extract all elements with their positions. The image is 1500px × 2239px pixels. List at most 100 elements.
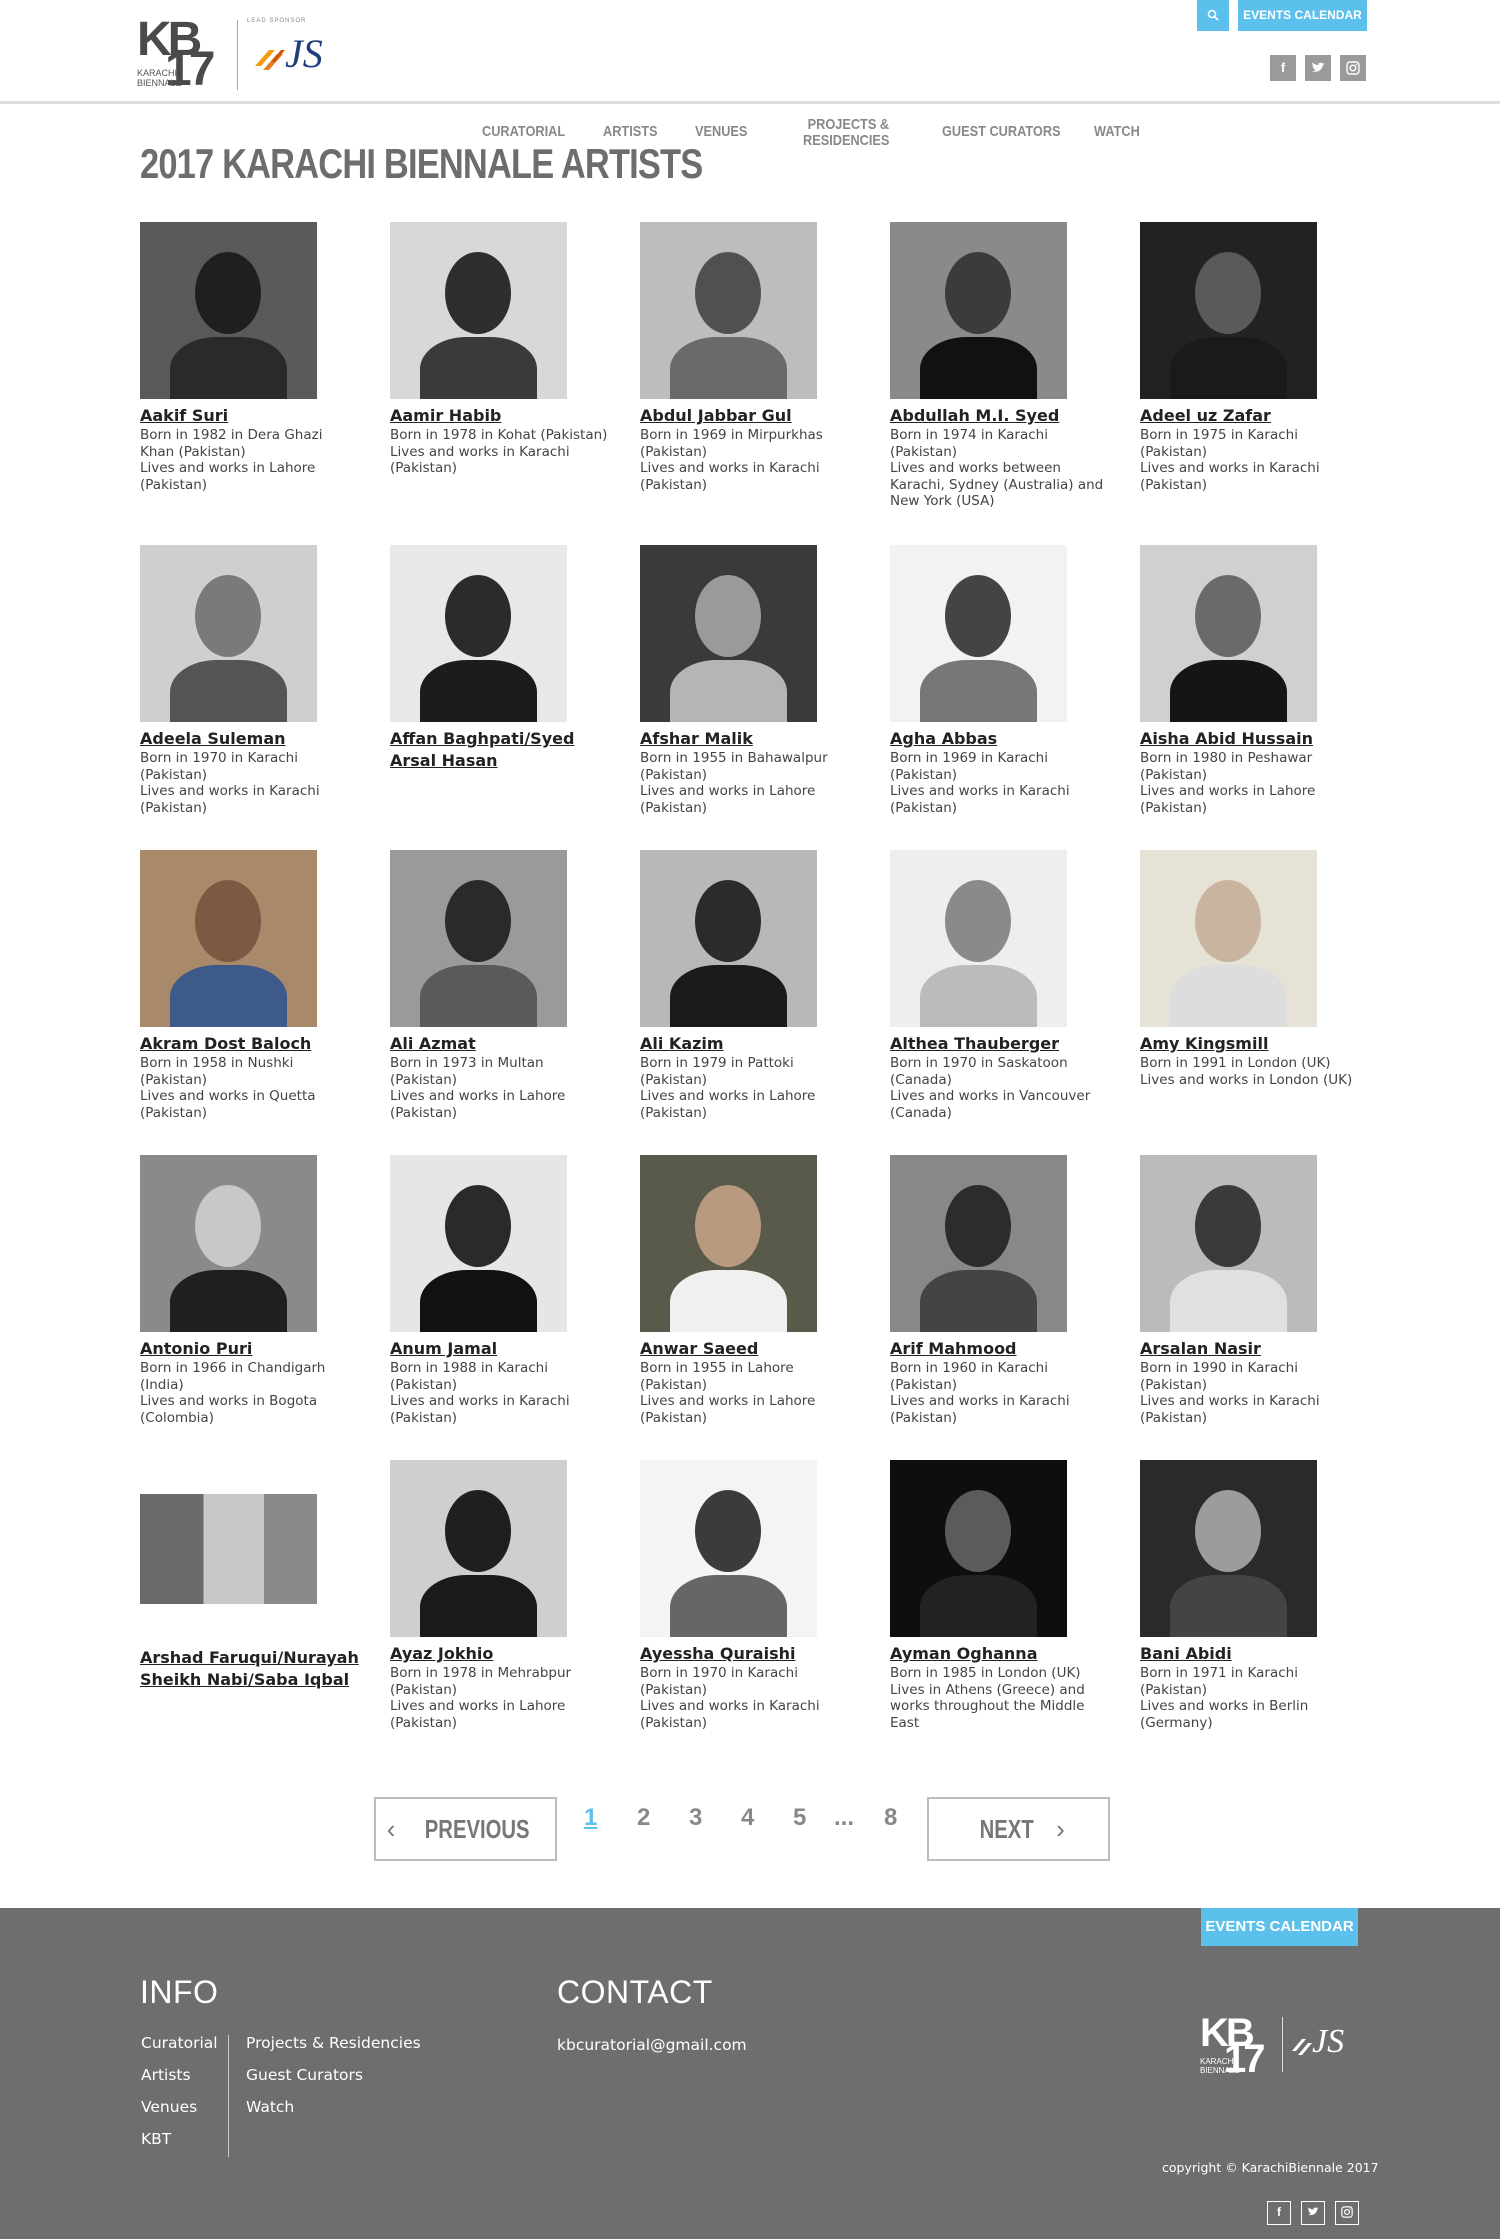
artist-portrait[interactable] bbox=[140, 545, 317, 722]
kb17-logo[interactable]: KB 17 KARACHI BIENNALE LEAD SPONSOR JS bbox=[137, 13, 337, 96]
nav-curatorial[interactable]: CURATORIAL bbox=[482, 124, 565, 140]
nav-venues[interactable]: VENUES bbox=[695, 124, 747, 140]
portrait-face bbox=[445, 575, 511, 657]
artist-name-link[interactable]: Anum Jamal bbox=[390, 1338, 620, 1360]
artist-name-link[interactable]: Arif Mahmood bbox=[890, 1338, 1120, 1360]
artist-name-link[interactable]: Antonio Puri bbox=[140, 1338, 370, 1360]
footer-twitter-link[interactable] bbox=[1301, 2201, 1325, 2225]
artist-portrait[interactable] bbox=[390, 545, 567, 722]
artist-name-link[interactable]: Amy Kingsmill bbox=[1140, 1033, 1370, 1055]
artist-name-link[interactable]: Adeel uz Zafar bbox=[1140, 405, 1370, 427]
portrait-figure bbox=[1170, 965, 1287, 1027]
footer-link-artists[interactable]: Artists bbox=[141, 2066, 191, 2084]
artist-portrait[interactable] bbox=[1140, 545, 1317, 722]
artist-portrait[interactable] bbox=[1140, 222, 1317, 399]
artist-name-link[interactable]: Bani Abidi bbox=[1140, 1643, 1370, 1665]
footer-kb17-logo[interactable]: KB 17 KARACHI BIENNALE JS bbox=[1200, 2011, 1360, 2085]
artist-portrait[interactable] bbox=[890, 222, 1067, 399]
footer-contact-email[interactable]: kbcuratorial@gmail.com bbox=[557, 2036, 747, 2054]
footer-link-kbt[interactable]: KBT bbox=[141, 2130, 171, 2148]
footer-link-guest-curators[interactable]: Guest Curators bbox=[246, 2066, 363, 2084]
next-page-button[interactable]: NEXT › bbox=[927, 1797, 1110, 1861]
artist-portrait[interactable] bbox=[390, 1460, 567, 1637]
artist-portrait[interactable] bbox=[640, 850, 817, 1027]
portrait-face bbox=[945, 575, 1011, 657]
footer-facebook-link[interactable]: f bbox=[1267, 2201, 1291, 2225]
footer-instagram-link[interactable] bbox=[1335, 2201, 1359, 2225]
page-link-8[interactable]: 8 bbox=[884, 1804, 897, 1832]
artist-name-link[interactable]: Althea Thauberger bbox=[890, 1033, 1120, 1055]
facebook-icon: f bbox=[1280, 60, 1286, 75]
artist-name-link[interactable]: Ayman Oghanna bbox=[890, 1643, 1120, 1665]
search-icon bbox=[1207, 9, 1219, 21]
artist-card: Amy Kingsmill Born in 1991 in London (UK)… bbox=[1140, 850, 1370, 1088]
artist-portrait[interactable] bbox=[890, 850, 1067, 1027]
artist-portrait[interactable] bbox=[890, 1460, 1067, 1637]
page-link-5[interactable]: 5 bbox=[793, 1804, 806, 1832]
page-link-2[interactable]: 2 bbox=[637, 1804, 650, 1832]
logo-biennale: BIENNALE bbox=[137, 78, 182, 88]
artist-portrait[interactable] bbox=[890, 1155, 1067, 1332]
artist-card: Ali Azmat Born in 1973 in Multan (Pakista… bbox=[390, 850, 620, 1121]
artist-name-link[interactable]: Agha Abbas bbox=[890, 728, 1120, 750]
nav-guest-curators[interactable]: GUEST CURATORS bbox=[942, 124, 1061, 140]
footer-events-calendar-button[interactable]: EVENTS CALENDAR bbox=[1201, 1908, 1358, 1946]
artist-name-link[interactable]: Aamir Habib bbox=[390, 405, 620, 427]
artist-name-link[interactable]: Ayessha Quraishi bbox=[640, 1643, 870, 1665]
artist-name-link[interactable]: Arshad Faruqui/Nurayah Sheikh Nabi/Saba … bbox=[140, 1647, 370, 1691]
footer-divider bbox=[228, 2035, 229, 2157]
nav-artists[interactable]: ARTISTS bbox=[603, 124, 658, 140]
artist-portrait[interactable] bbox=[390, 1155, 567, 1332]
instagram-link[interactable] bbox=[1340, 55, 1366, 81]
artist-name-link[interactable]: Afshar Malik bbox=[640, 728, 870, 750]
footer-js-text: JS bbox=[1312, 2023, 1345, 2060]
portrait-face bbox=[945, 880, 1011, 962]
artist-portrait[interactable] bbox=[640, 222, 817, 399]
artist-portrait[interactable] bbox=[140, 1460, 317, 1637]
page-link-3[interactable]: 3 bbox=[689, 1804, 702, 1832]
artist-card: Abdullah M.I. Syed Born in 1974 in Karach… bbox=[890, 222, 1120, 510]
artist-portrait[interactable] bbox=[640, 1155, 817, 1332]
artist-bio: Born in 1970 in Karachi (Pakistan) Lives… bbox=[640, 1665, 820, 1731]
artist-name-link[interactable]: Affan Baghpati/Syed Arsal Hasan bbox=[390, 728, 620, 772]
artist-portrait[interactable] bbox=[140, 850, 317, 1027]
nav-projects-residencies[interactable]: PROJECTS & RESIDENCIES bbox=[803, 117, 889, 149]
facebook-link[interactable]: f bbox=[1270, 55, 1296, 81]
artist-portrait[interactable] bbox=[890, 545, 1067, 722]
footer-link-curatorial[interactable]: Curatorial bbox=[141, 2034, 218, 2052]
footer-link-projects[interactable]: Projects & Residencies bbox=[246, 2034, 421, 2052]
search-button[interactable] bbox=[1197, 0, 1229, 31]
previous-page-button[interactable]: ‹ PREVIOUS bbox=[374, 1797, 557, 1861]
artist-name-link[interactable]: Anwar Saeed bbox=[640, 1338, 870, 1360]
artist-portrait[interactable] bbox=[1140, 1155, 1317, 1332]
artist-portrait[interactable] bbox=[140, 222, 317, 399]
artist-name-link[interactable]: Ayaz Jokhio bbox=[390, 1643, 620, 1665]
artist-portrait[interactable] bbox=[390, 222, 567, 399]
artist-name-link[interactable]: Aakif Suri bbox=[140, 405, 370, 427]
artist-portrait[interactable] bbox=[640, 1460, 817, 1637]
events-calendar-button[interactable]: EVENTS CALENDAR bbox=[1238, 0, 1367, 31]
nav-watch[interactable]: WATCH bbox=[1094, 124, 1140, 140]
artist-portrait[interactable] bbox=[140, 1155, 317, 1332]
portrait-figure bbox=[920, 965, 1037, 1027]
artist-portrait[interactable] bbox=[1140, 1460, 1317, 1637]
twitter-link[interactable] bbox=[1305, 55, 1331, 81]
artist-name-link[interactable]: Adeela Suleman bbox=[140, 728, 370, 750]
artist-portrait[interactable] bbox=[640, 545, 817, 722]
portrait-figure bbox=[420, 1270, 537, 1332]
twitter-icon bbox=[1308, 2207, 1319, 2216]
artist-name-link[interactable]: Abdul Jabbar Gul bbox=[640, 405, 870, 427]
artist-portrait[interactable] bbox=[390, 850, 567, 1027]
artist-name-link[interactable]: Arsalan Nasir bbox=[1140, 1338, 1370, 1360]
page-link-4[interactable]: 4 bbox=[741, 1804, 754, 1832]
footer-link-watch[interactable]: Watch bbox=[246, 2098, 294, 2116]
artist-name-link[interactable]: Abdullah M.I. Syed bbox=[890, 405, 1120, 427]
artist-name-link[interactable]: Aisha Abid Hussain bbox=[1140, 728, 1370, 750]
page-link-1[interactable]: 1 bbox=[584, 1804, 597, 1832]
artist-portrait[interactable] bbox=[1140, 850, 1317, 1027]
portrait-face bbox=[1195, 1490, 1261, 1572]
footer-link-venues[interactable]: Venues bbox=[141, 2098, 197, 2116]
artist-name-link[interactable]: Akram Dost Baloch bbox=[140, 1033, 370, 1055]
artist-name-link[interactable]: Ali Azmat bbox=[390, 1033, 620, 1055]
artist-name-link[interactable]: Ali Kazim bbox=[640, 1033, 870, 1055]
